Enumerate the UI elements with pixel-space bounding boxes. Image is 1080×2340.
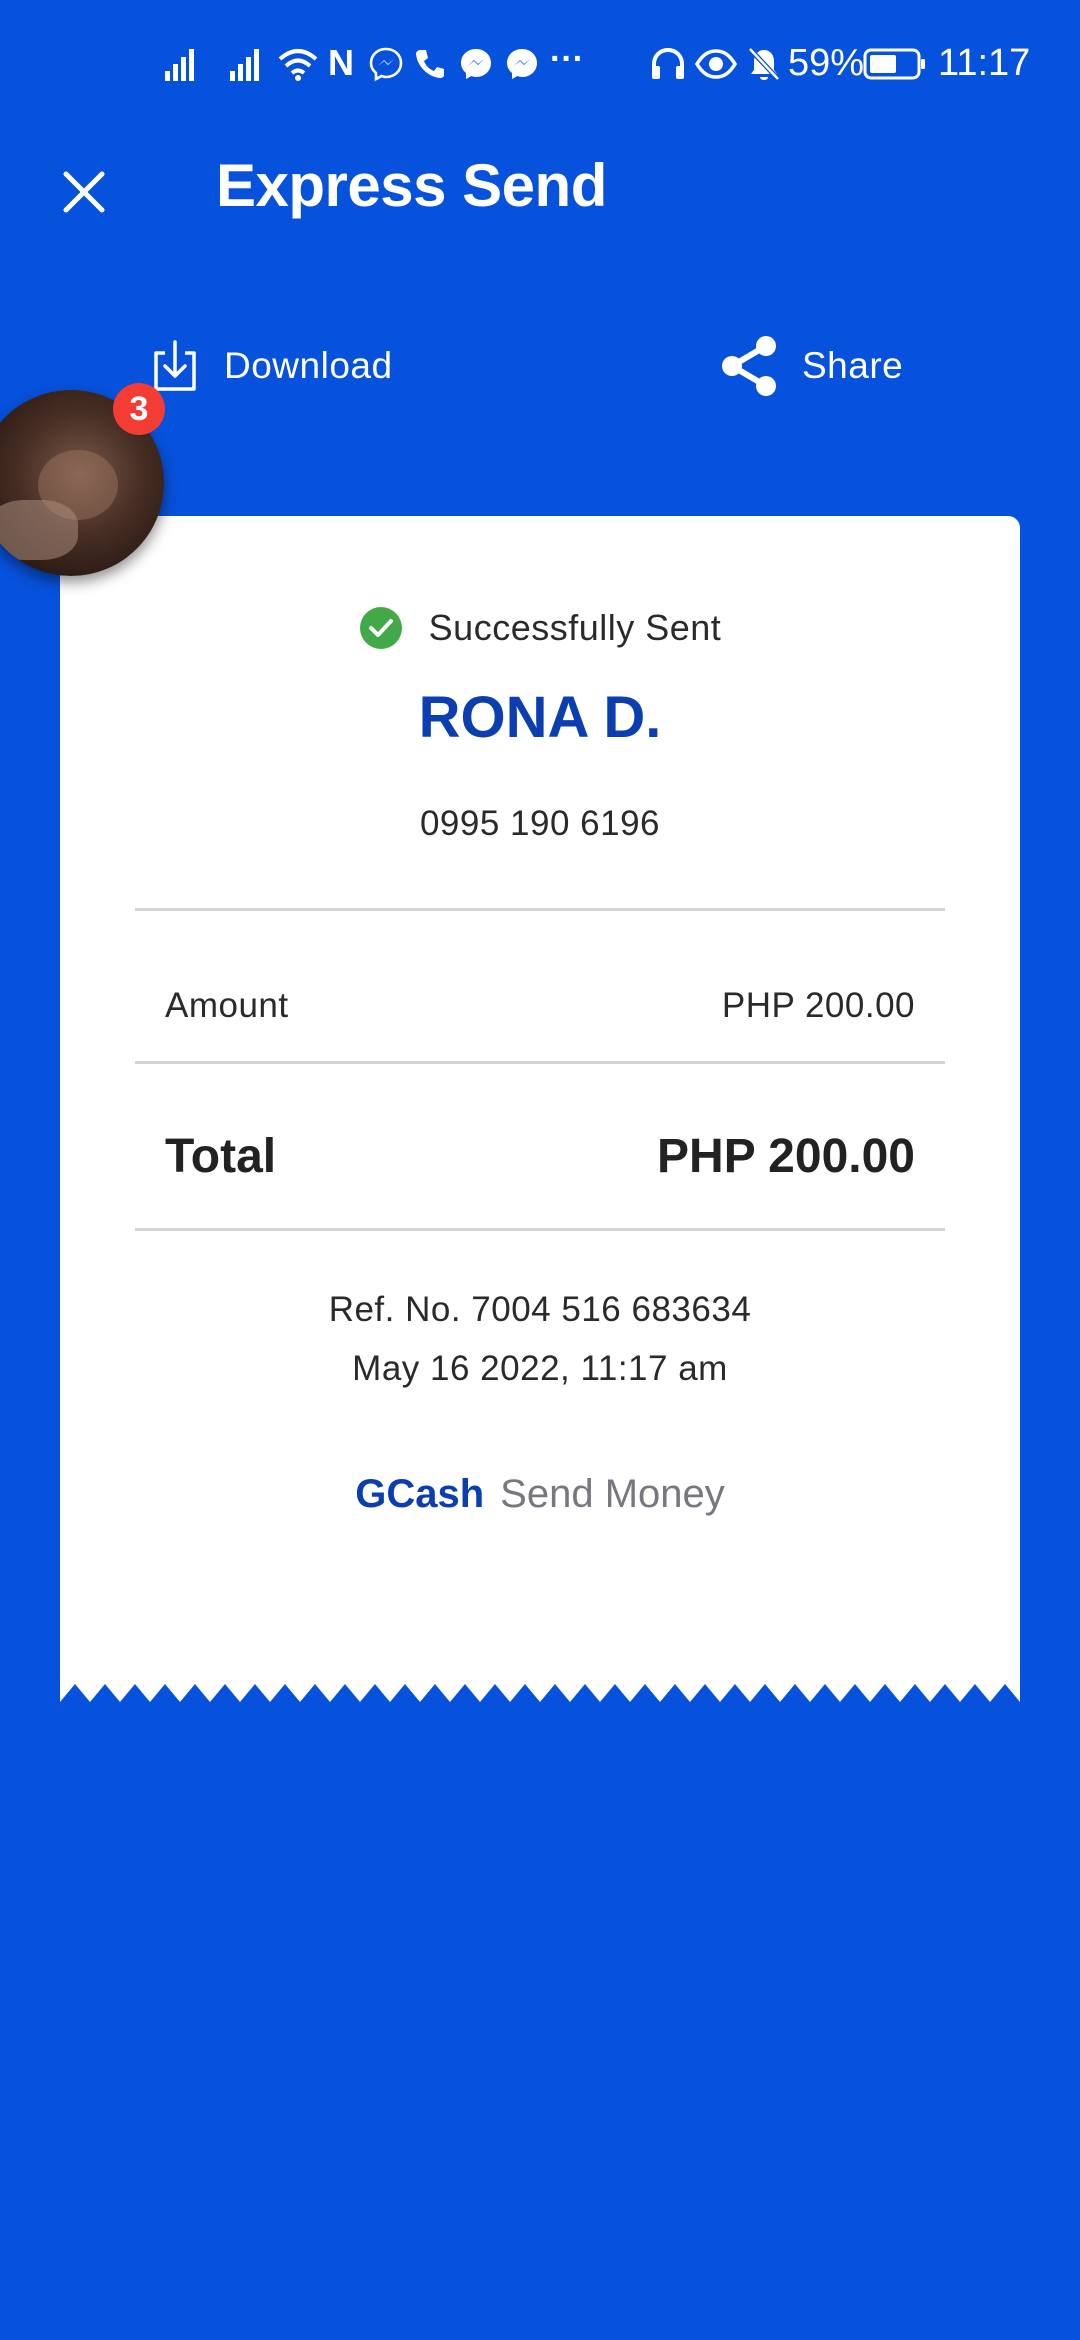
success-status: Successfully Sent xyxy=(60,606,1020,650)
divider xyxy=(135,908,945,911)
divider xyxy=(135,1061,945,1064)
gcash-brand: GCash xyxy=(355,1472,485,1516)
status-bar: N ··· 59% 11:17 xyxy=(0,0,1080,130)
page-title: Express Send xyxy=(216,152,607,219)
receipt-torn-edge xyxy=(60,1680,1020,1702)
download-button[interactable]: Download xyxy=(150,330,393,402)
total-value: PHP 200.00 xyxy=(657,1129,915,1183)
receipt-card: Successfully Sent RONA D. 0995 190 6196 … xyxy=(60,516,1020,1682)
transaction-datetime: May 16 2022, 11:17 am xyxy=(352,1349,728,1388)
brand-footer: GCash Send Money xyxy=(60,1472,1020,1517)
download-icon xyxy=(154,340,196,391)
share-label: Share xyxy=(802,345,904,386)
close-button[interactable] xyxy=(52,160,116,224)
wifi-icon xyxy=(276,44,320,84)
divider xyxy=(135,1228,945,1231)
phone-icon xyxy=(410,44,450,84)
reference-number: Ref. No. 7004 516 683634 xyxy=(328,1290,752,1329)
more-notifications-icon: ··· xyxy=(550,40,584,78)
battery-icon xyxy=(862,44,928,84)
signal-bars-icon xyxy=(228,44,268,84)
recipient-phone: 0995 190 6196 xyxy=(419,804,661,843)
eye-icon xyxy=(694,44,738,84)
recipient-name: RONA D. xyxy=(418,685,662,750)
share-button[interactable]: Share xyxy=(718,330,903,402)
messenger-icon xyxy=(502,44,542,84)
nfc-icon: N xyxy=(328,42,354,83)
amount-row: Amount PHP 200.00 xyxy=(165,956,915,1056)
brand-service: Send Money xyxy=(500,1472,725,1516)
download-label: Download xyxy=(224,345,393,386)
amount-value: PHP 200.00 xyxy=(721,986,915,1025)
headphones-icon xyxy=(648,44,688,84)
signal-bars-icon xyxy=(164,44,202,84)
close-icon xyxy=(63,171,105,213)
total-row: Total PHP 200.00 xyxy=(165,1106,915,1206)
status-text: Successfully Sent xyxy=(428,607,722,648)
status-time: 11:17 xyxy=(938,42,1031,84)
check-circle-icon xyxy=(359,607,402,649)
messenger-icon xyxy=(366,44,406,84)
avatar-photo-detail xyxy=(0,500,78,560)
share-icon xyxy=(722,336,776,396)
amount-label: Amount xyxy=(165,986,289,1025)
battery-percent: 59% xyxy=(788,42,865,84)
chat-head-badge: 3 xyxy=(113,383,165,435)
bell-off-icon xyxy=(744,44,784,84)
total-label: Total xyxy=(165,1129,277,1183)
messenger-icon xyxy=(456,44,496,84)
